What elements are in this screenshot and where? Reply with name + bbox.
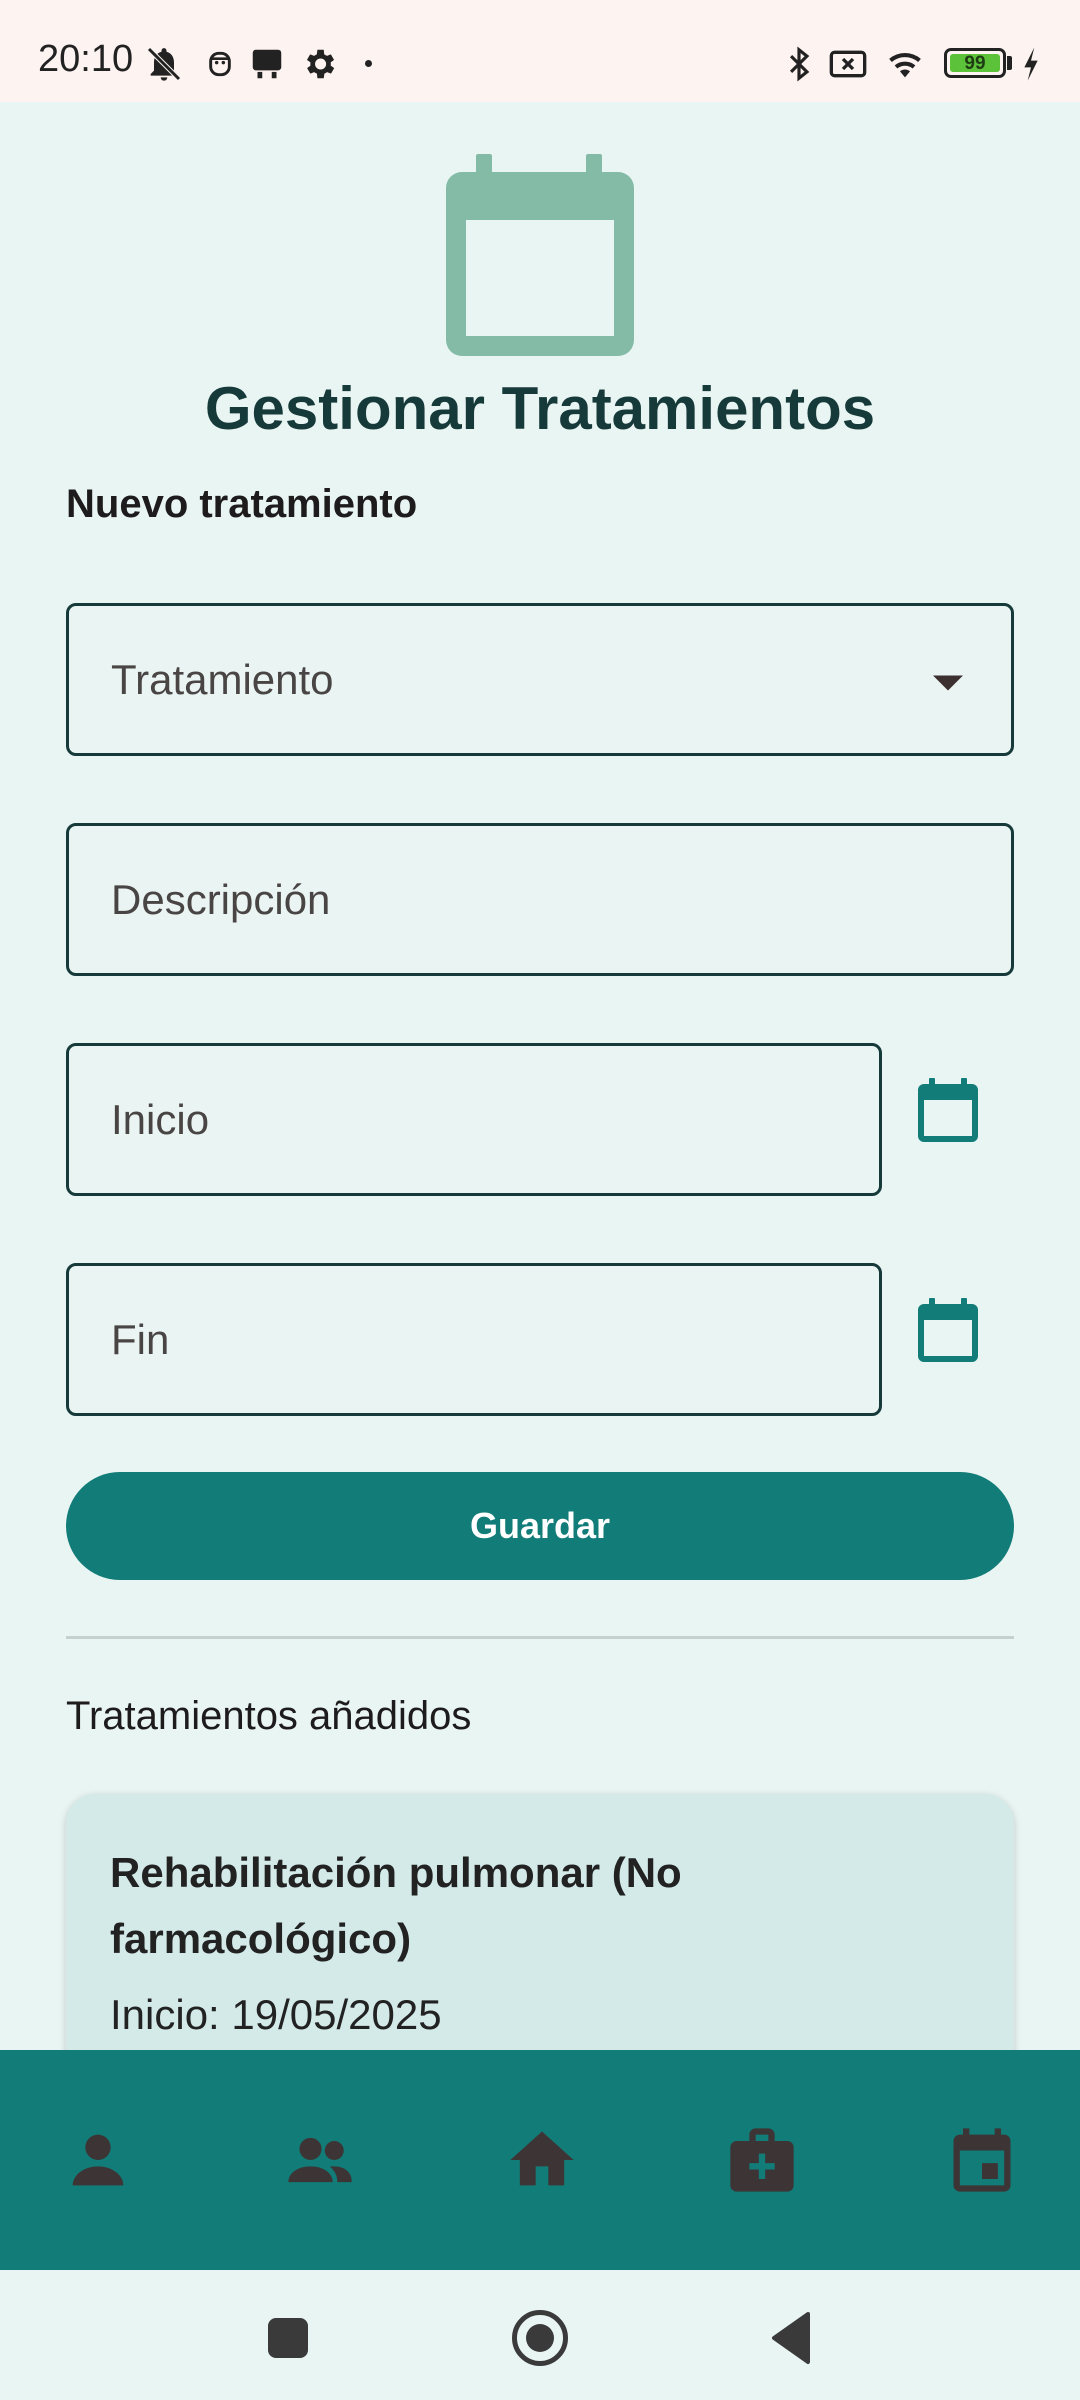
dot-icon [365,60,372,67]
mute-icon [147,47,181,81]
calendar-event-icon[interactable] [944,2122,1020,2198]
start-date-calendar-icon[interactable] [918,1076,978,1142]
treatment-card-title: Rehabilitación pulmonar (No farmacológic… [110,1849,682,1962]
bottom-navigation [0,2050,1080,2270]
status-bar: 20:10 99 [0,0,1080,102]
person-icon[interactable] [60,2122,136,2198]
start-date-placeholder: Inicio [111,1095,210,1143]
added-treatments-heading: Tratamientos añadidos [66,1694,472,1738]
save-button[interactable]: Guardar [66,1472,1014,1580]
start-date-field[interactable]: Inicio [66,1043,882,1196]
description-placeholder: Descripción [111,875,331,923]
end-date-placeholder: Fin [111,1315,170,1363]
system-navigation-bar [0,2270,1080,2400]
home-button-dot [526,2324,554,2352]
settings-icon [306,49,335,79]
charging-icon [1024,47,1038,81]
end-date-calendar-icon[interactable] [918,1296,978,1362]
battery-tip [1007,56,1012,70]
face-icon [209,51,231,77]
no-sim-icon [829,50,867,78]
back-button[interactable] [768,2310,812,2366]
keyboard-icon [252,49,282,79]
new-treatment-heading: Nuevo tratamiento [66,482,418,526]
bluetooth-icon [789,46,810,82]
recents-button[interactable] [268,2318,308,2358]
status-time: 20:10 [38,38,134,80]
medical-kit-icon[interactable] [724,2122,800,2198]
page-title: Gestionar Tratamientos [204,375,876,442]
home-button[interactable] [512,2310,568,2366]
chevron-down-icon [933,675,963,690]
description-field[interactable]: Descripción [66,823,1014,976]
wifi-icon [889,53,921,78]
calendar-icon [446,154,634,356]
divider [66,1636,1014,1639]
end-date-field[interactable]: Fin [66,1263,882,1416]
battery-level: 99 [950,54,1000,73]
treatment-dropdown[interactable]: Tratamiento [66,603,1014,756]
group-icon[interactable] [282,2122,358,2198]
treatment-card-start-date: Inicio: 19/05/2025 [110,1991,442,2038]
battery-icon: 99 [944,48,1006,78]
home-icon[interactable] [504,2122,580,2198]
treatment-dropdown-placeholder: Tratamiento [111,655,334,703]
